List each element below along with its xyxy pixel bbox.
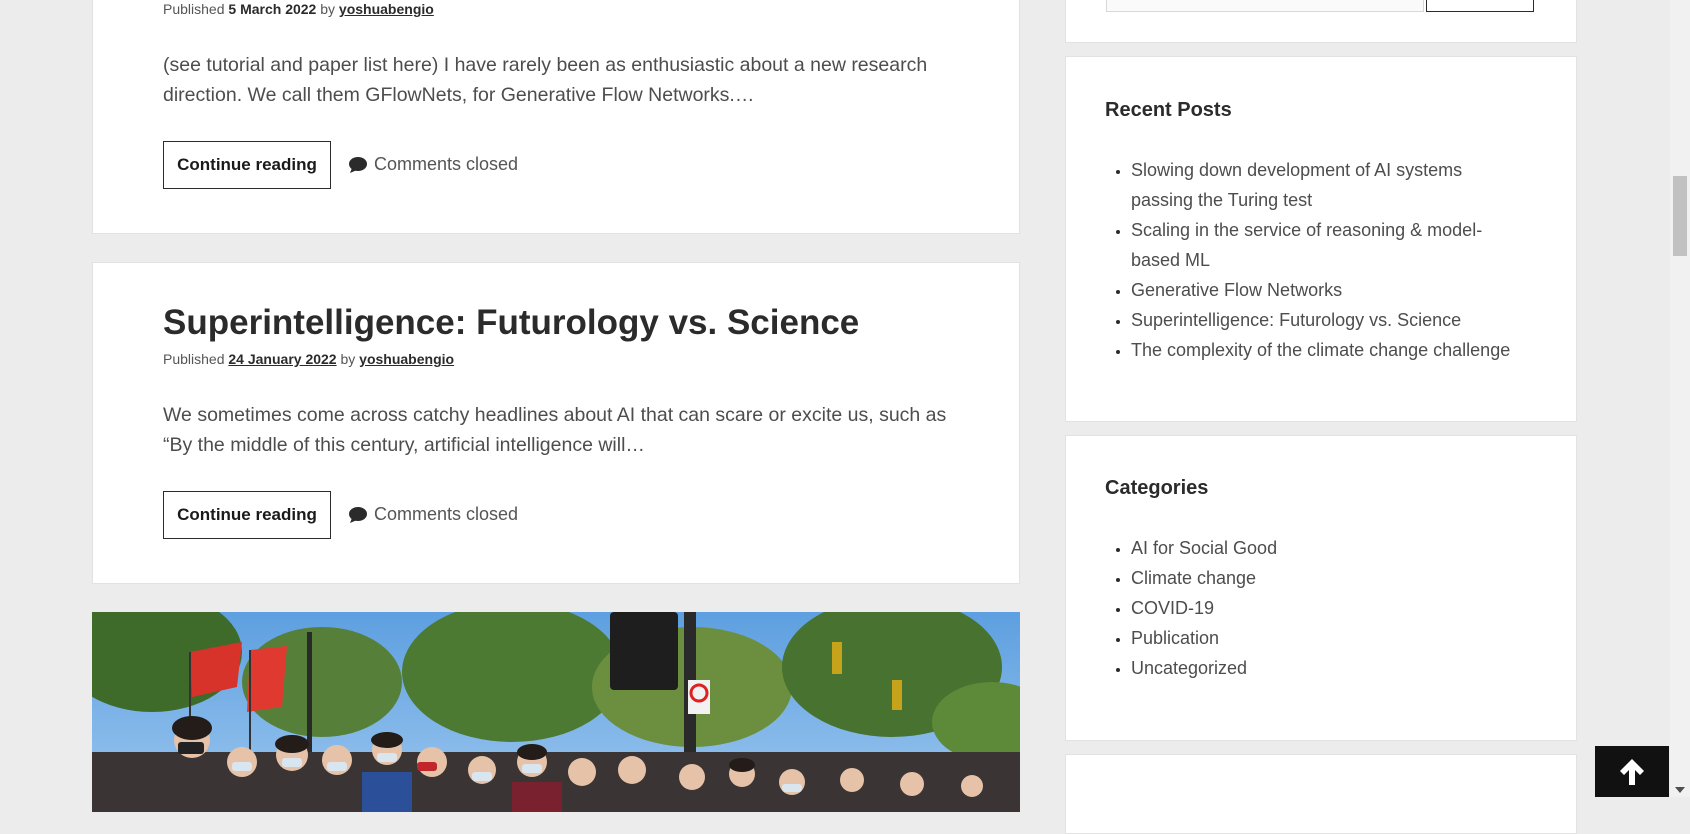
- post-card-featured-photo: [92, 612, 1020, 812]
- page-scrollbar[interactable]: [1670, 0, 1690, 797]
- post-excerpt: (see tutorial and paper list here) I hav…: [163, 54, 928, 106]
- comments-label: Comments closed: [374, 154, 519, 174]
- search-widget: [1065, 0, 1577, 43]
- meta-prefix: Published: [163, 1, 225, 17]
- post-meta: Published 5 March 2022 by yoshuabengio: [163, 1, 434, 17]
- category-link[interactable]: AI for Social Good: [1131, 533, 1525, 563]
- back-to-top-button[interactable]: [1595, 746, 1669, 797]
- next-widget: [1065, 754, 1577, 834]
- search-input[interactable]: [1106, 0, 1424, 12]
- post-date[interactable]: 5 March 2022: [228, 1, 316, 17]
- category-link[interactable]: Publication: [1131, 623, 1525, 653]
- protest-crowd-photo[interactable]: [92, 612, 1020, 812]
- categories-list: AI for Social Good Climate change COVID-…: [1105, 533, 1525, 683]
- categories-title: Categories: [1105, 477, 1209, 499]
- scroll-down-arrow-icon[interactable]: [1675, 787, 1685, 793]
- category-link[interactable]: COVID-19: [1131, 593, 1525, 623]
- meta-by: by: [340, 351, 356, 367]
- category-link[interactable]: Uncategorized: [1131, 653, 1525, 683]
- recent-post-link[interactable]: Superintelligence: Futurology vs. Scienc…: [1131, 305, 1525, 335]
- post-title[interactable]: Superintelligence: Futurology vs. Scienc…: [163, 303, 859, 343]
- post-card-superintelligence: Superintelligence: Futurology vs. Scienc…: [92, 262, 1020, 584]
- comments-status: Comments closed: [348, 504, 518, 525]
- recent-post-link[interactable]: Scaling in the service of reasoning & mo…: [1131, 215, 1525, 275]
- categories-widget: Categories AI for Social Good Climate ch…: [1065, 435, 1577, 741]
- continue-reading-button[interactable]: Continue reading: [163, 491, 331, 539]
- scrollbar-thumb[interactable]: [1673, 176, 1687, 256]
- post-excerpt: We sometimes come across catchy headline…: [163, 404, 947, 456]
- search-submit-button[interactable]: [1426, 0, 1534, 12]
- recent-post-link[interactable]: Slowing down development of AI systems p…: [1131, 155, 1525, 215]
- recent-post-link[interactable]: Generative Flow Networks: [1131, 275, 1525, 305]
- meta-by: by: [320, 1, 336, 17]
- comments-status: Comments closed: [348, 154, 518, 175]
- recent-posts-widget: Recent Posts Slowing down development of…: [1065, 56, 1577, 422]
- comment-bubble-icon: [349, 156, 367, 173]
- category-link[interactable]: Climate change: [1131, 563, 1525, 593]
- recent-post-link[interactable]: The complexity of the climate change cha…: [1131, 335, 1525, 365]
- post-author-link[interactable]: yoshuabengio: [359, 351, 454, 367]
- recent-posts-list: Slowing down development of AI systems p…: [1105, 155, 1525, 365]
- post-meta: Published 24 January 2022 by yoshuabengi…: [163, 351, 454, 367]
- comments-label: Comments closed: [374, 504, 519, 524]
- post-date[interactable]: 24 January 2022: [228, 351, 336, 367]
- comment-bubble-icon: [349, 506, 367, 523]
- post-author-link[interactable]: yoshuabengio: [339, 1, 434, 17]
- post-card-gflownets: Published 5 March 2022 by yoshuabengio (…: [92, 0, 1020, 234]
- recent-posts-title: Recent Posts: [1105, 99, 1232, 121]
- arrow-up-icon: [1620, 758, 1644, 785]
- meta-prefix: Published: [163, 351, 225, 367]
- continue-reading-button[interactable]: Continue reading: [163, 141, 331, 189]
